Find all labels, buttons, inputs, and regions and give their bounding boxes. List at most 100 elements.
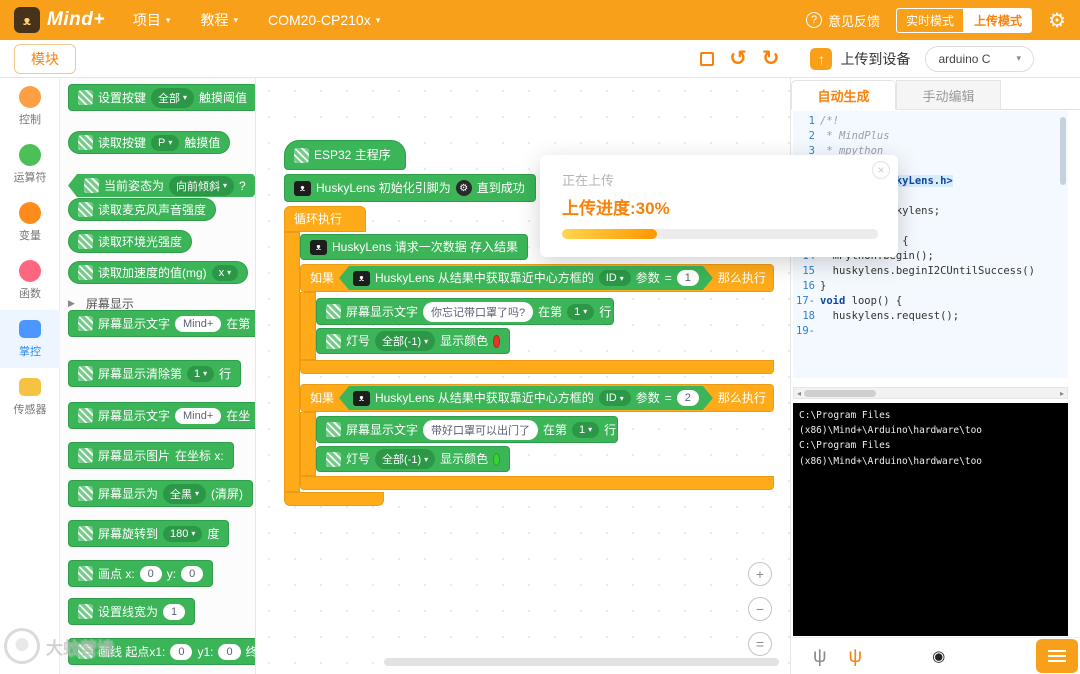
- condition-reporter[interactable]: ᴥ HuskyLens 从结果中获取靠近中心方框的 ID ▾ 参数 = 2: [339, 386, 713, 410]
- number-input[interactable]: 0: [218, 643, 241, 660]
- block-text: 参数: [635, 271, 660, 285]
- screenshot-icon[interactable]: [700, 51, 715, 66]
- category-functions[interactable]: 函数: [0, 252, 60, 310]
- huskylens-init-block[interactable]: ᴥ HuskyLens 初始化引脚为 ⚙ 直到成功: [284, 174, 536, 202]
- dropdown-field[interactable]: 全部(-1) ▾: [375, 331, 436, 351]
- firmware-plug-icon[interactable]: ◉: [932, 649, 945, 664]
- settings-gear-icon[interactable]: ⚙: [1048, 8, 1066, 33]
- scroll-thumb[interactable]: [804, 389, 877, 397]
- posture-boolean-block[interactable]: 当前姿态为 向前倾斜 ▾?: [68, 174, 256, 197]
- tab-manual[interactable]: 手动编辑: [896, 80, 1001, 110]
- block-text: y:: [166, 566, 177, 581]
- code-horizontal-scrollbar[interactable]: ◂ ▸: [793, 387, 1068, 399]
- category-control[interactable]: 控制: [0, 78, 60, 136]
- canvas-horizontal-scrollbar[interactable]: [384, 658, 779, 666]
- module-tab[interactable]: 模块: [14, 43, 76, 74]
- category-operators[interactable]: 运算符: [0, 136, 60, 194]
- number-input[interactable]: 0: [181, 565, 204, 582]
- text-input[interactable]: Mind+: [175, 315, 222, 332]
- text-input[interactable]: Mind+: [175, 407, 222, 424]
- read-accel-block[interactable]: 读取加速度的值(mg) x ▾: [68, 261, 249, 284]
- screen-image-block[interactable]: 屏幕显示图片 在坐标 x:: [68, 442, 234, 469]
- dropdown-field[interactable]: 1 ▾: [572, 421, 600, 438]
- screen-text-xy-block[interactable]: 屏幕显示文字 Mind+ 在坐: [68, 402, 255, 429]
- language-select[interactable]: arduino C ▾: [925, 45, 1034, 72]
- screen-rotate-block[interactable]: 屏幕旋转到 180 ▾ 度: [68, 520, 230, 547]
- line-width-block[interactable]: 设置线宽为 1: [68, 598, 196, 625]
- if-block-1-top[interactable]: 如果 ᴥ HuskyLens 从结果中获取靠近中心方框的 ID ▾ 参数 = 1 那么执行: [300, 264, 774, 292]
- category-sensors[interactable]: 传感器: [0, 368, 60, 426]
- color-swatch[interactable]: [493, 334, 500, 348]
- if-block-1-bottom[interactable]: [300, 360, 774, 374]
- undo-icon[interactable]: ↺: [729, 48, 747, 69]
- number-input[interactable]: 0: [139, 565, 162, 582]
- output-console[interactable]: C:\Program Files (x86)\Mind+\Arduino\har…: [793, 403, 1068, 636]
- redo-icon[interactable]: ↻: [762, 48, 780, 69]
- if-block-2-arm[interactable]: [300, 412, 316, 476]
- topbar-menu-item[interactable]: 项目 ▾: [133, 10, 171, 30]
- forever-loop-arm[interactable]: [284, 232, 300, 492]
- if-block-2-bottom[interactable]: [300, 476, 774, 490]
- upload-to-device-button[interactable]: ↑ 上传到设备: [810, 47, 910, 70]
- board-icon: [84, 178, 99, 193]
- close-icon[interactable]: ×: [872, 161, 890, 179]
- if-block-1-arm[interactable]: [300, 292, 316, 360]
- dropdown-field[interactable]: x ▾: [211, 264, 239, 281]
- scroll-left-arrow-icon[interactable]: ◂: [794, 389, 804, 398]
- zoom-in-button[interactable]: +: [748, 562, 772, 586]
- serial-port-menu[interactable]: COM20-CP210x ▾: [268, 12, 380, 28]
- serial-burn-icon[interactable]: ψ: [849, 647, 863, 666]
- category-variables[interactable]: 变量: [0, 194, 60, 252]
- scroll-right-arrow-icon[interactable]: ▸: [1057, 389, 1067, 398]
- color-swatch[interactable]: [493, 452, 500, 466]
- dropdown-field[interactable]: 向前倾斜 ▾: [169, 176, 234, 196]
- set-key-threshold-block[interactable]: 设置按键 全部 ▾ 触摸阈值: [68, 84, 255, 111]
- draw-line-block[interactable]: 画线 起点x1:0y1:0终: [68, 638, 255, 665]
- text-input[interactable]: 你忘记带口罩了吗?: [423, 301, 534, 322]
- dropdown-field[interactable]: 180 ▾: [163, 525, 203, 542]
- zoom-out-button[interactable]: −: [748, 597, 772, 621]
- upload-mode-button[interactable]: 上传模式: [964, 7, 1033, 33]
- huskylens-request-block[interactable]: ᴥ HuskyLens 请求一次数据 存入结果: [300, 234, 528, 260]
- zoom-reset-button[interactable]: =: [748, 632, 772, 656]
- dropdown-field[interactable]: P ▾: [151, 134, 180, 151]
- screen-text-block-2[interactable]: 屏幕显示文字 带好口罩可以出门了 在第 1 ▾ 行: [316, 416, 618, 443]
- forever-loop-bottom[interactable]: [284, 492, 384, 506]
- forever-loop-top[interactable]: 循环执行: [284, 206, 366, 232]
- number-input[interactable]: 1: [163, 603, 186, 620]
- read-light-block[interactable]: 读取环境光强度: [68, 230, 193, 253]
- category-board[interactable]: 掌控: [0, 310, 60, 368]
- dropdown-field[interactable]: 1 ▾: [187, 365, 215, 382]
- topbar-menu-item[interactable]: 教程 ▾: [200, 10, 238, 30]
- esp32-main-hat[interactable]: ESP32 主程序: [284, 140, 406, 170]
- console-menu-button[interactable]: [1036, 639, 1078, 673]
- tab-auto[interactable]: 自动生成: [791, 80, 896, 110]
- draw-point-block[interactable]: 画点 x: 0 y: 0: [68, 560, 214, 587]
- screen-clear-line-block[interactable]: 屏幕显示清除第 1 ▾ 行: [68, 360, 242, 387]
- dropdown-field[interactable]: 全部(-1) ▾: [375, 449, 436, 469]
- number-input[interactable]: 1: [677, 270, 699, 286]
- feedback-button[interactable]: ? 意见反馈: [806, 11, 880, 30]
- realtime-mode-button[interactable]: 实时模式: [896, 7, 965, 33]
- read-key-touch-block[interactable]: 读取按键 P ▾ 触摸值: [68, 131, 231, 154]
- number-input[interactable]: 2: [677, 390, 699, 406]
- condition-reporter[interactable]: ᴥ HuskyLens 从结果中获取靠近中心方框的 ID ▾ 参数 = 1: [339, 266, 713, 290]
- code-vertical-scrollbar[interactable]: [1060, 117, 1066, 185]
- dropdown-field[interactable]: 全部 ▾: [151, 87, 195, 108]
- serial-connect-icon[interactable]: ψ: [813, 647, 827, 666]
- dropdown-field[interactable]: 1 ▾: [567, 303, 595, 320]
- screen-text-block-1[interactable]: 屏幕显示文字 你忘记带口罩了吗? 在第 1 ▾ 行: [316, 298, 614, 325]
- dropdown-field[interactable]: ID ▾: [599, 270, 631, 286]
- dropdown-field[interactable]: 全黑 ▾: [163, 483, 207, 504]
- block-text: 灯号: [346, 452, 371, 466]
- read-mic-block[interactable]: 读取麦克风声音强度: [68, 198, 217, 221]
- screen-fill-block[interactable]: 屏幕显示为 全黑 ▾ (清屏): [68, 480, 254, 507]
- screen-text-line-block[interactable]: 屏幕显示文字 Mind+ 在第: [68, 310, 255, 337]
- dropdown-field[interactable]: ID ▾: [599, 390, 631, 406]
- text-input[interactable]: 带好口罩可以出门了: [423, 419, 539, 440]
- led-color-block-2[interactable]: 灯号 全部(-1) ▾ 显示颜色: [316, 446, 510, 472]
- topbar-right: ? 意见反馈 实时模式 上传模式 ⚙: [806, 7, 1066, 33]
- if-block-2-top[interactable]: 如果 ᴥ HuskyLens 从结果中获取靠近中心方框的 ID ▾ 参数 = 2 那么执行: [300, 384, 774, 412]
- number-input[interactable]: 0: [170, 643, 193, 660]
- led-color-block-1[interactable]: 灯号 全部(-1) ▾ 显示颜色: [316, 328, 510, 354]
